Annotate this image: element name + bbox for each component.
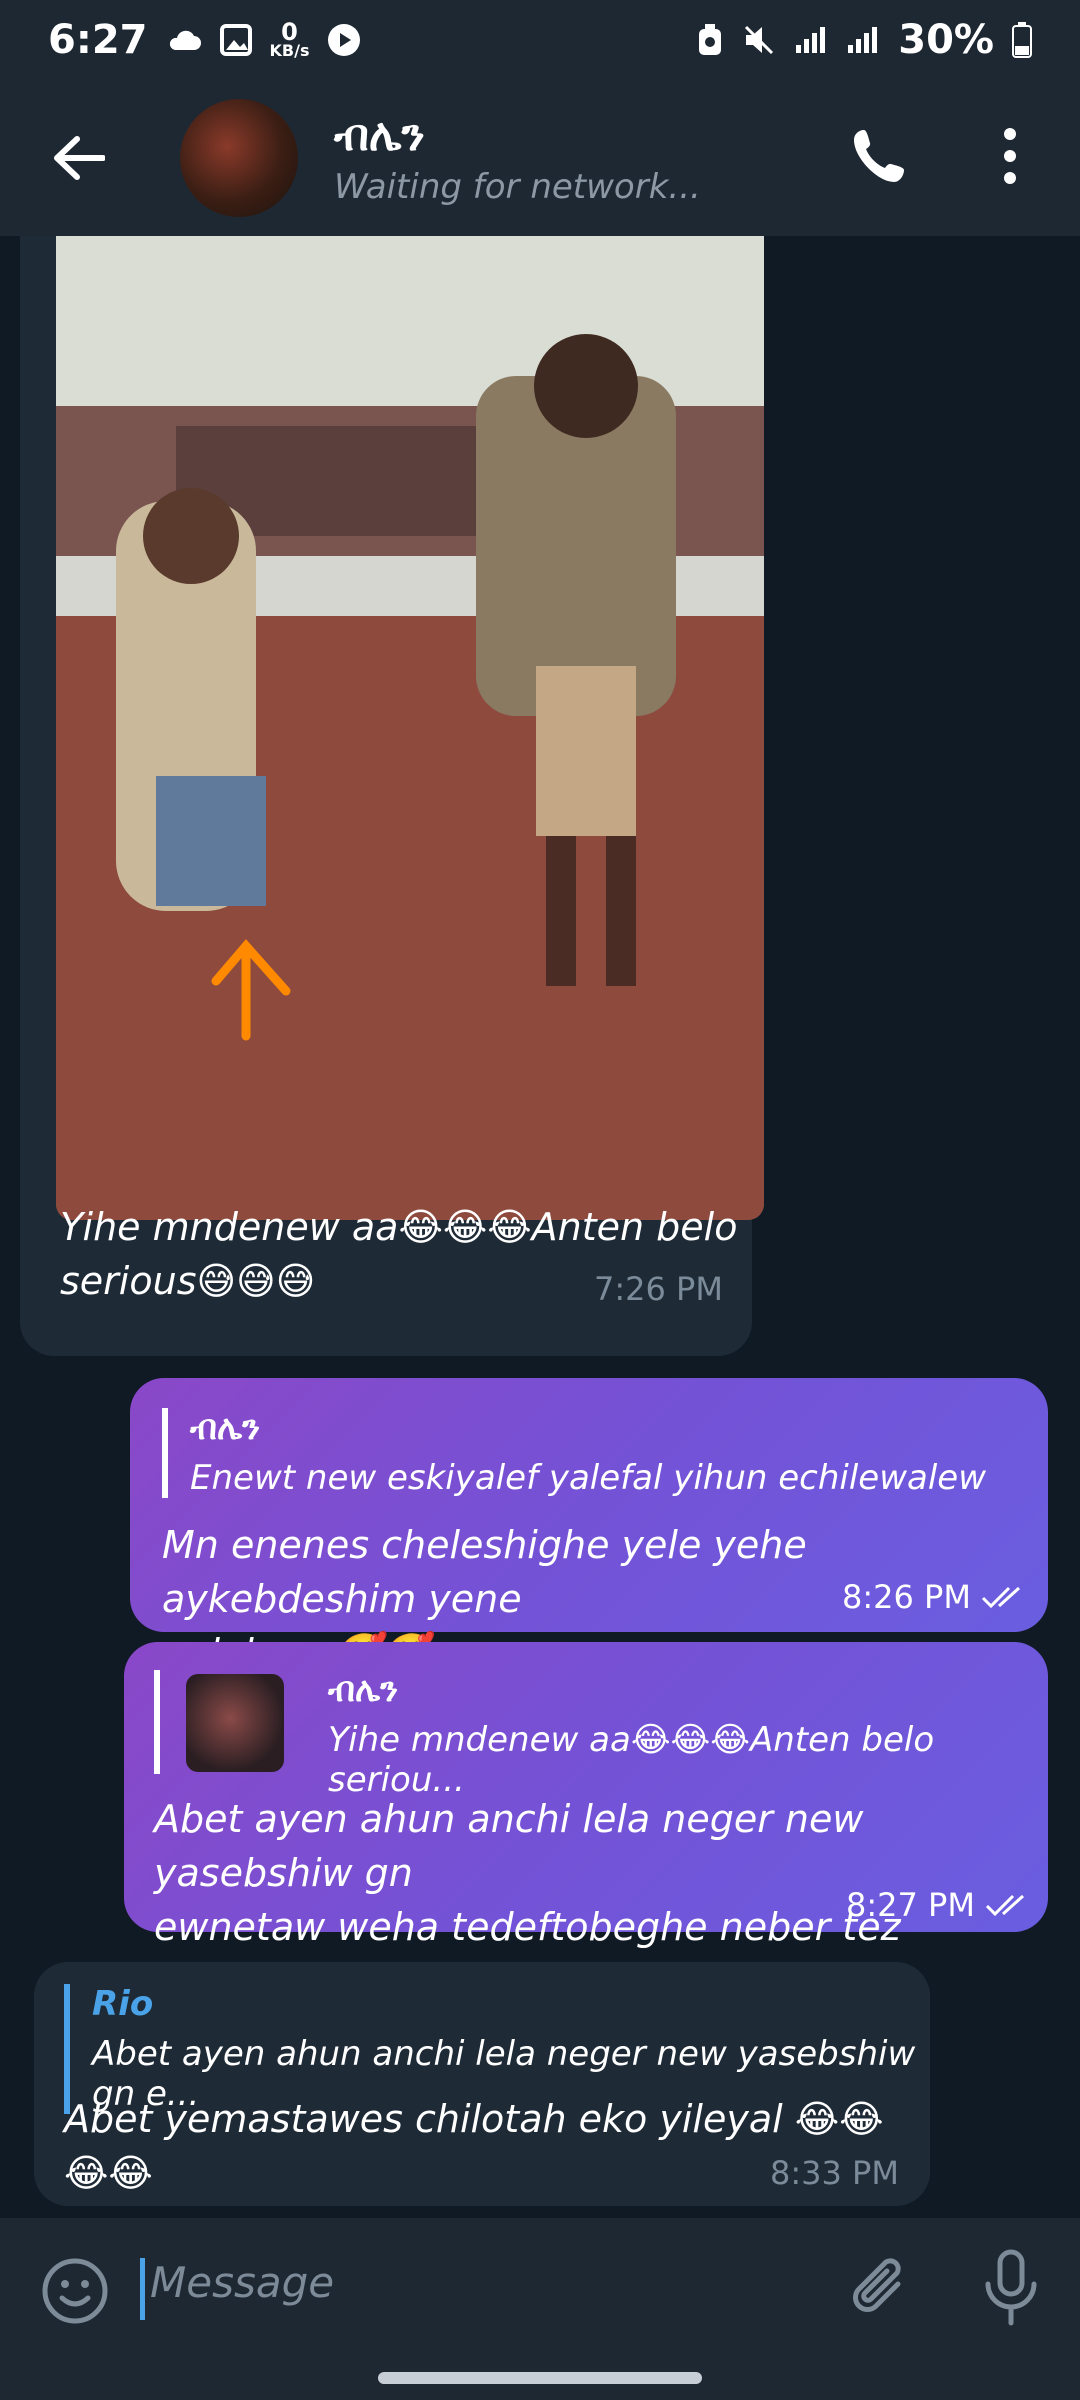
message-time: 8:27 PM [846,1886,1031,1924]
more-options-icon[interactable] [990,124,1030,188]
battery-icon [1012,22,1032,58]
back-button[interactable] [44,123,114,193]
reply-photo-thumbnail [186,1674,284,1772]
message-time-text: 8:26 PM [842,1578,971,1616]
message-time: 8:33 PM [770,2154,899,2192]
signal-icon-2 [848,27,878,53]
alarm-battery-icon [699,24,722,55]
home-gesture-handle[interactable] [378,2372,702,2384]
message-outgoing[interactable]: ብሌን Yihe mndenew aa😂😂😂Anten belo seriou.… [124,1642,1048,2003]
message-input[interactable]: Message [150,2258,334,2307]
reply-preview[interactable]: ብሌን Yihe mndenew aa😂😂😂Anten belo seriou.… [154,1670,1048,1800]
mute-icon [745,25,774,55]
reply-preview[interactable]: ብሌን Enewt new eskiyalef yalefal yihun ec… [162,1408,986,1498]
connection-status: Waiting for network... [334,166,701,207]
gallery-icon [219,24,252,56]
reply-sender: ብሌን [328,1670,399,1710]
message-outgoing[interactable]: ብሌን Enewt new eskiyalef yalefal yihun ec… [130,1378,1048,1675]
double-check-icon [985,1894,1024,1917]
double-check-icon [981,1586,1020,1609]
navigation-bar [0,2358,1080,2400]
status-bar: 6:27 0 KB/s 30% [0,0,1080,80]
arrow-left-icon [54,136,105,180]
microphone-icon[interactable] [976,2248,1046,2328]
reply-text: Enewt new eskiyalef yalefal yihun echile… [190,1458,987,1498]
message-composer: Message [0,2218,1080,2358]
message-incoming[interactable]: Rio Abet ayen ahun anchi lela neger new … [34,1962,930,2206]
avatar[interactable] [180,99,298,217]
reply-text: Yihe mndenew aa😂😂😂Anten belo seriou... [328,1720,935,1800]
message-photo[interactable] [56,236,764,1220]
signal-icon-1 [796,27,826,53]
message-incoming-photo[interactable]: Yihe mndenew aa😂😂😂Anten belo serious😅😅😅 … [20,236,764,1356]
message-time: 8:26 PM [842,1578,1027,1616]
data-speed: 0 KB/s [269,18,310,60]
phone-icon[interactable] [848,124,912,188]
paperclip-icon[interactable] [846,2254,916,2324]
message-text-line: Abet ayen ahun anchi lela neger new yase… [154,1797,864,1895]
play-icon [328,24,361,56]
chat-header: ብሌን Waiting for network... [0,80,1080,236]
cloud-icon [169,30,201,50]
reply-sender: Rio [92,1984,154,2024]
battery-level: 30% [898,17,994,63]
message-text-line: Yihe mndenew aa😂😂😂Anten belo [60,1205,738,1249]
text-cursor [140,2258,145,2320]
status-time: 6:27 [48,17,148,63]
message-time-text: 8:27 PM [846,1886,975,1924]
contact-name: ብሌን [334,109,425,161]
message-time: 7:26 PM [594,1270,723,1308]
chat-title[interactable]: ብሌን Waiting for network... [334,110,701,207]
reply-sender: ብሌን [190,1408,261,1448]
message-list[interactable]: Yihe mndenew aa😂😂😂Anten belo serious😅😅😅 … [0,236,1080,2218]
photo-content [56,236,764,1220]
emoji-icon[interactable] [40,2256,110,2326]
